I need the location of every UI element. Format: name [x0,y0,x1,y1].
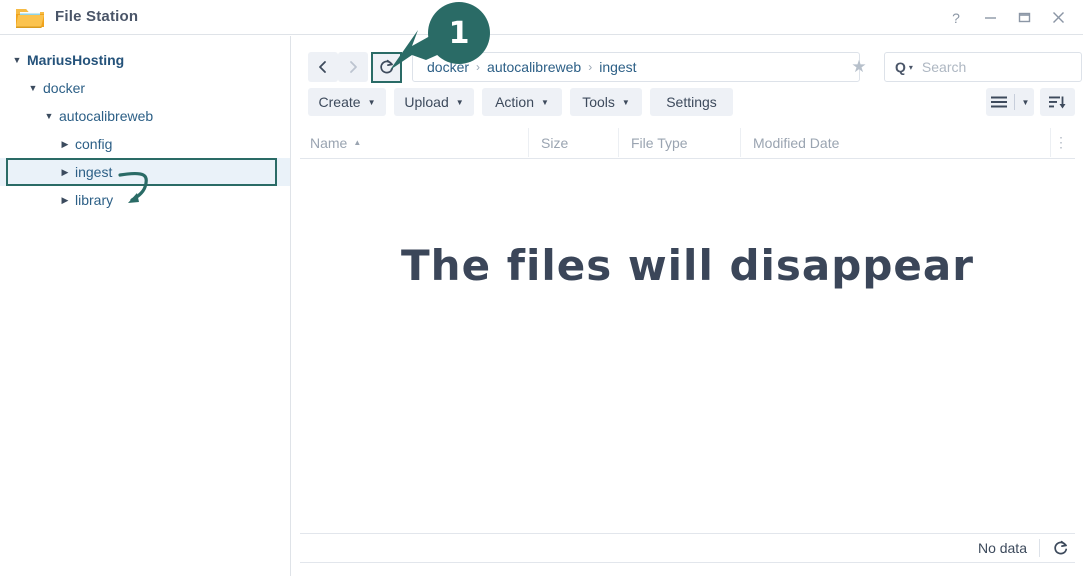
divider [1039,539,1040,557]
close-button[interactable] [1041,0,1075,35]
status-refresh-button[interactable] [1052,540,1069,557]
minimize-icon [984,17,996,19]
settings-button[interactable]: Settings [650,88,733,116]
status-text: No data [977,540,1027,556]
maximize-button[interactable] [1007,0,1041,35]
minimize-button[interactable] [973,0,1007,35]
breadcrumb-segment-autocalibreweb[interactable]: autocalibreweb [487,59,581,75]
column-header-modified-date[interactable]: Modified Date [740,128,1045,157]
table-column-header: Name ▲ Size File Type Modified Date ⋮ [300,128,1075,159]
refresh-icon [1054,540,1068,554]
sidebar-item-label: config [75,136,113,152]
window-titlebar: File Station ? [0,0,1083,35]
sidebar-item-label: autocalibreweb [59,108,154,124]
maximize-icon [1018,12,1030,23]
folder-tree-sidebar: ▼ MariusHosting ▼ docker ▼ autocalibrewe… [0,36,291,576]
breadcrumb-separator: › [476,60,481,74]
action-button-label: Action [495,94,534,110]
upload-button[interactable]: Upload ▼ [394,88,474,116]
chevron-right-icon[interactable]: ▶ [58,195,72,206]
folder-icon [16,9,44,28]
step-badge-1: 1 [428,2,490,64]
chevron-down-icon: ▼ [621,97,630,107]
sort-descending-icon [1049,96,1066,108]
sidebar-item-library[interactable]: ▶ library [0,186,290,214]
chevron-right-icon[interactable]: ▶ [58,167,72,178]
column-label: Modified Date [753,134,840,151]
breadcrumb-separator: › [588,60,593,74]
search-icon: Q [895,59,906,75]
chevron-down-icon[interactable]: ▾ [909,63,913,72]
page-title: File Station [55,8,139,25]
column-options-button[interactable]: ⋮ [1050,128,1071,157]
chevron-down-icon[interactable]: ▼ [26,83,40,93]
chevron-down-icon: ▼ [541,97,549,107]
chevron-left-icon [319,61,326,73]
star-icon: ★ [851,57,867,76]
sidebar-item-ingest[interactable]: ▶ ingest [0,158,290,186]
refresh-button[interactable] [371,52,401,82]
column-label: Name [310,134,348,151]
list-view-icon [990,96,1007,108]
tools-button[interactable]: Tools ▼ [570,88,642,116]
sort-ascending-icon: ▲ [353,138,362,147]
chevron-down-icon: ▼ [367,97,376,107]
sidebar-item-label: ingest [75,164,113,180]
action-button[interactable]: Action ▼ [482,88,562,116]
sidebar-item-label: docker [43,80,86,96]
chevron-right-icon [350,61,357,73]
column-label: Size [541,134,569,151]
kebab-menu-icon: ⋮ [1054,134,1068,150]
column-header-name[interactable]: Name ▲ [300,128,528,157]
chevron-down-icon[interactable]: ▼ [1022,98,1030,107]
forward-button[interactable] [338,52,368,82]
window-controls: ? [939,0,1075,35]
sidebar-item-mariushosting[interactable]: ▼ MariusHosting [0,46,290,74]
sidebar-item-docker[interactable]: ▼ docker [0,74,290,102]
settings-button-label: Settings [666,94,717,110]
sidebar-item-autocalibreweb[interactable]: ▼ autocalibreweb [0,102,290,130]
file-browser-main: docker › autocalibreweb › ingest ★ Q ▾ S… [292,36,1083,576]
status-bar: No data [300,533,1075,563]
chevron-down-icon[interactable]: ▼ [42,111,56,121]
create-button-label: Create [318,94,361,110]
tools-button-label: Tools [582,94,615,110]
column-header-size[interactable]: Size [528,128,618,157]
chevron-down-icon: ▼ [455,97,464,107]
search-placeholder: Search [921,59,967,75]
sidebar-item-label: library [75,192,114,208]
create-button[interactable]: Create ▼ [308,88,386,116]
close-icon [1052,12,1064,23]
sidebar-item-config[interactable]: ▶ config [0,130,290,158]
sort-button[interactable] [1040,88,1075,116]
column-header-file-type[interactable]: File Type [618,128,740,157]
favorite-star-button[interactable]: ★ [843,52,875,82]
empty-state-message: The files will disappear [401,241,974,290]
view-mode-button[interactable]: ▼ [986,88,1034,116]
chevron-down-icon[interactable]: ▼ [10,55,24,65]
breadcrumb-segment-ingest[interactable]: ingest [599,59,636,75]
navigation-row: docker › autocalibreweb › ingest ★ Q ▾ S… [292,52,1083,84]
chevron-right-icon[interactable]: ▶ [58,139,72,150]
back-button[interactable] [308,52,338,82]
column-label: File Type [631,134,688,151]
help-button[interactable]: ? [939,0,973,35]
upload-button-label: Upload [404,94,449,110]
sidebar-item-label: MariusHosting [27,52,125,68]
action-toolbar: Create ▼ Upload ▼ Action ▼ Tools ▼ Setti… [292,88,1083,116]
divider [1013,94,1015,110]
refresh-icon [379,59,393,73]
search-input[interactable]: Q ▾ Search [884,52,1082,82]
